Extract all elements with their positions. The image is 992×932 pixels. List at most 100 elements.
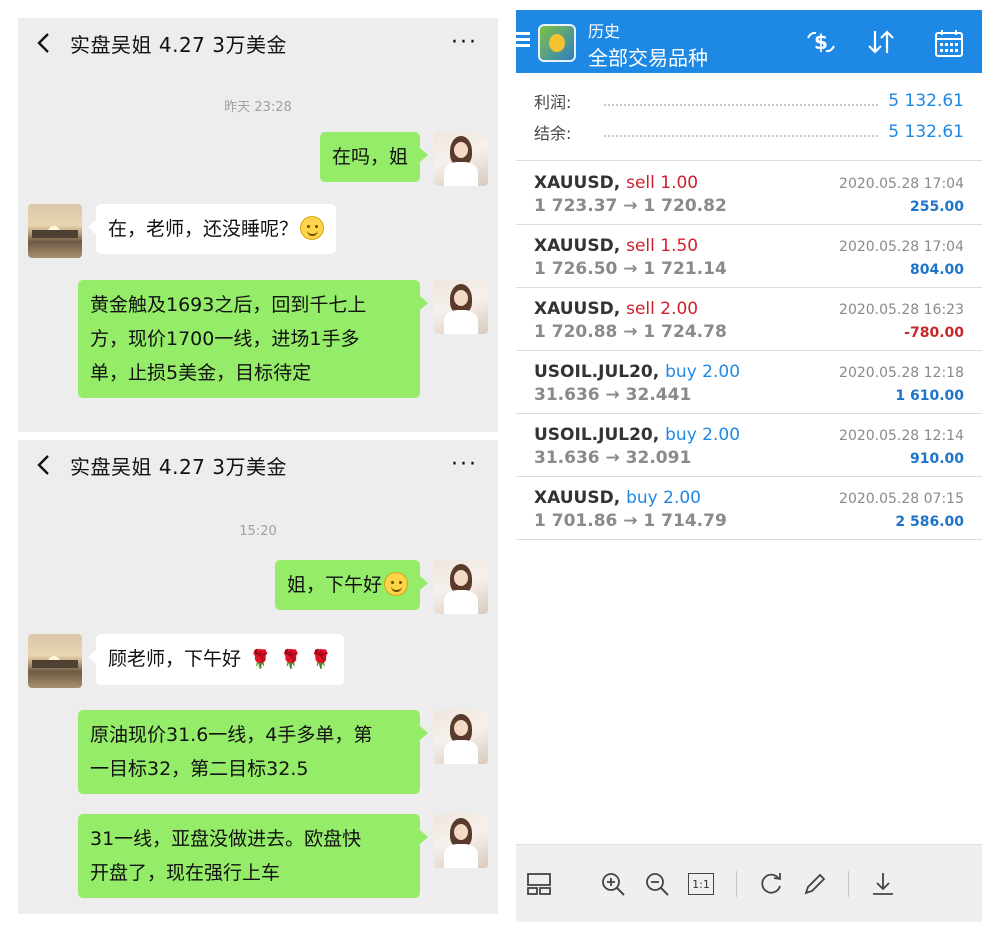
chat-header: 实盘吴姐 4.27 3万美金 ··· <box>18 18 498 68</box>
chat-timestamp: 昨天 23:28 <box>224 100 292 115</box>
trade-symbol: XAUUSD, <box>534 173 621 193</box>
trade-time: 2020.05.28 17:04 <box>839 239 964 255</box>
trade-prices: 1 701.86 → 1 714.79 <box>534 511 727 531</box>
account-summary: 利润: 5 132.61 结余: 5 132.61 <box>516 73 982 161</box>
chat-panel-bottom: 实盘吴姐 4.27 3万美金 ··· 15:20 姐，下午好 顾老师，下午好 🌹 🌹… <box>18 440 498 914</box>
trade-row[interactable]: USOIL.JUL20, buy 2.00 31.636 → 32.091 20… <box>516 414 982 477</box>
menu-icon[interactable] <box>516 32 530 48</box>
trade-side: sell 1.00 <box>626 173 699 193</box>
symbol-filter-title[interactable]: 全部交易品种 <box>588 42 708 71</box>
profit-row: 利润: 5 132.61 <box>534 88 964 114</box>
screen-title: 历史 <box>588 22 621 41</box>
app-logo <box>538 24 576 62</box>
chat-panel-top: 实盘吴姐 4.27 3万美金 ··· 昨天 23:28 在吗，姐 在，老师，还没… <box>18 18 498 432</box>
balance-row: 结余: 5 132.61 <box>534 119 964 145</box>
chat-header: 实盘吴姐 4.27 3万美金 ··· <box>18 440 498 490</box>
message-text-line: 一目标32，第二目标32.5 <box>90 758 309 780</box>
message-bubble-sent[interactable]: 姐，下午好 <box>274 560 429 610</box>
trade-side: buy 2.00 <box>665 425 741 445</box>
message-text-line: 31一线，亚盘没做进去。欧盘快 <box>90 828 362 850</box>
rose-emoji-icon: 🌹 <box>279 649 302 670</box>
trade-prices: 31.636 → 32.091 <box>534 448 692 468</box>
leader-dots <box>604 127 879 137</box>
layout-panel-icon[interactable] <box>522 867 556 901</box>
trade-prices: 31.636 → 32.441 <box>534 385 692 405</box>
message-bubble-received[interactable]: 在，老师，还没睡呢？ <box>87 204 337 254</box>
rose-emoji-icon: 🌹 <box>309 649 333 670</box>
trade-profit: 2 586.00 <box>895 514 964 530</box>
profit-label: 利润: <box>534 93 572 112</box>
ratio-label: 1:1 <box>688 873 714 895</box>
toolbar-divider <box>848 871 849 897</box>
trade-row[interactable]: XAUUSD, buy 2.00 1 701.86 → 1 714.79 202… <box>516 477 982 540</box>
trade-row[interactable]: USOIL.JUL20, buy 2.00 31.636 → 32.441 20… <box>516 351 982 414</box>
bottom-toolbar: 1:1 <box>516 844 982 922</box>
download-icon[interactable] <box>866 867 900 901</box>
app-bar: 历史 全部交易品种 $ <box>516 10 982 73</box>
message-text: 顾老师，下午好 <box>108 648 242 670</box>
message-text: 在吗，姐 <box>331 146 408 168</box>
calendar-icon[interactable] <box>932 28 966 58</box>
toolbar-divider <box>736 871 737 897</box>
avatar[interactable] <box>434 132 488 186</box>
more-options-icon[interactable]: ··· <box>451 452 478 477</box>
avatar[interactable] <box>28 204 82 258</box>
avatar[interactable] <box>434 814 488 868</box>
trade-time: 2020.05.28 07:15 <box>839 491 964 507</box>
message-bubble-sent[interactable]: 原油现价31.6一线，4手多单，第 一目标32，第二目标32.5 <box>78 710 428 794</box>
message-bubble-sent[interactable]: 31一线，亚盘没做进去。欧盘快 开盘了，现在强行上车 <box>78 814 428 898</box>
avatar[interactable] <box>434 280 488 334</box>
chat-title: 实盘吴姐 4.27 3万美金 <box>70 32 287 57</box>
message-text: 在，老师，还没睡呢？ <box>108 218 299 240</box>
trade-time: 2020.05.28 12:18 <box>839 365 964 381</box>
balance-value: 5 132.61 <box>888 122 964 142</box>
trade-profit: 255.00 <box>909 199 964 215</box>
trade-profit: 1 610.00 <box>895 388 964 404</box>
back-arrow-icon[interactable] <box>36 453 60 477</box>
trade-time: 2020.05.28 12:14 <box>839 428 964 444</box>
chat-title: 实盘吴姐 4.27 3万美金 <box>70 454 287 479</box>
more-options-icon[interactable]: ··· <box>451 30 478 55</box>
trade-time: 2020.05.28 17:04 <box>839 176 964 192</box>
message-text: 姐，下午好 <box>286 574 382 596</box>
smiley-emoji-icon <box>384 572 408 596</box>
balance-label: 结余: <box>534 124 572 143</box>
avatar[interactable] <box>28 634 82 688</box>
trade-side: buy 2.00 <box>665 362 741 382</box>
zoom-out-icon[interactable] <box>640 867 674 901</box>
trade-row[interactable]: XAUUSD, sell 1.00 1 723.37 → 1 720.82 20… <box>516 162 982 225</box>
leader-dots <box>604 96 879 106</box>
message-text-line: 原油现价31.6一线，4手多单，第 <box>90 724 373 746</box>
message-bubble-sent[interactable]: 黄金触及1693之后，回到千七上 方，现价1700一线，进场1手多 单，止损5美… <box>78 280 428 398</box>
trade-side: buy 2.00 <box>626 488 701 508</box>
rose-emoji-icon: 🌹 <box>249 649 272 670</box>
trade-symbol: XAUUSD, <box>534 299 621 319</box>
trade-time: 2020.05.28 16:23 <box>839 302 964 318</box>
avatar[interactable] <box>434 710 488 764</box>
trade-prices: 1 720.88 → 1 724.78 <box>534 322 727 342</box>
trade-prices: 1 726.50 → 1 721.14 <box>534 259 727 279</box>
trade-symbol: XAUUSD, <box>534 236 621 256</box>
svg-text:$: $ <box>814 30 828 54</box>
pencil-icon[interactable] <box>798 867 832 901</box>
trade-symbol: USOIL.JUL20, <box>534 362 660 382</box>
message-text-line: 黄金触及1693之后，回到千七上 <box>90 294 367 316</box>
trade-row[interactable]: XAUUSD, sell 2.00 1 720.88 → 1 724.78 20… <box>516 288 982 351</box>
actual-size-button[interactable]: 1:1 <box>684 867 718 901</box>
message-bubble-received[interactable]: 顾老师，下午好 🌹 🌹 🌹 <box>87 634 345 685</box>
trade-history-panel: 历史 全部交易品种 $ 利润: 5 132.61 结余: 5 132.61 XA… <box>516 10 982 922</box>
trade-profit: 804.00 <box>909 262 964 278</box>
trade-side: sell 1.50 <box>626 236 699 256</box>
trade-symbol: USOIL.JUL20, <box>534 425 660 445</box>
refresh-icon[interactable] <box>754 867 788 901</box>
currency-exchange-icon[interactable]: $ <box>804 28 838 58</box>
zoom-in-icon[interactable] <box>596 867 630 901</box>
message-bubble-sent[interactable]: 在吗，姐 <box>319 132 429 182</box>
sort-icon[interactable] <box>864 28 898 58</box>
profit-value: 5 132.61 <box>888 91 964 111</box>
avatar[interactable] <box>434 560 488 614</box>
trade-profit: 910.00 <box>909 451 964 467</box>
back-arrow-icon[interactable] <box>36 31 60 55</box>
trade-side: sell 2.00 <box>626 299 699 319</box>
trade-row[interactable]: XAUUSD, sell 1.50 1 726.50 → 1 721.14 20… <box>516 225 982 288</box>
